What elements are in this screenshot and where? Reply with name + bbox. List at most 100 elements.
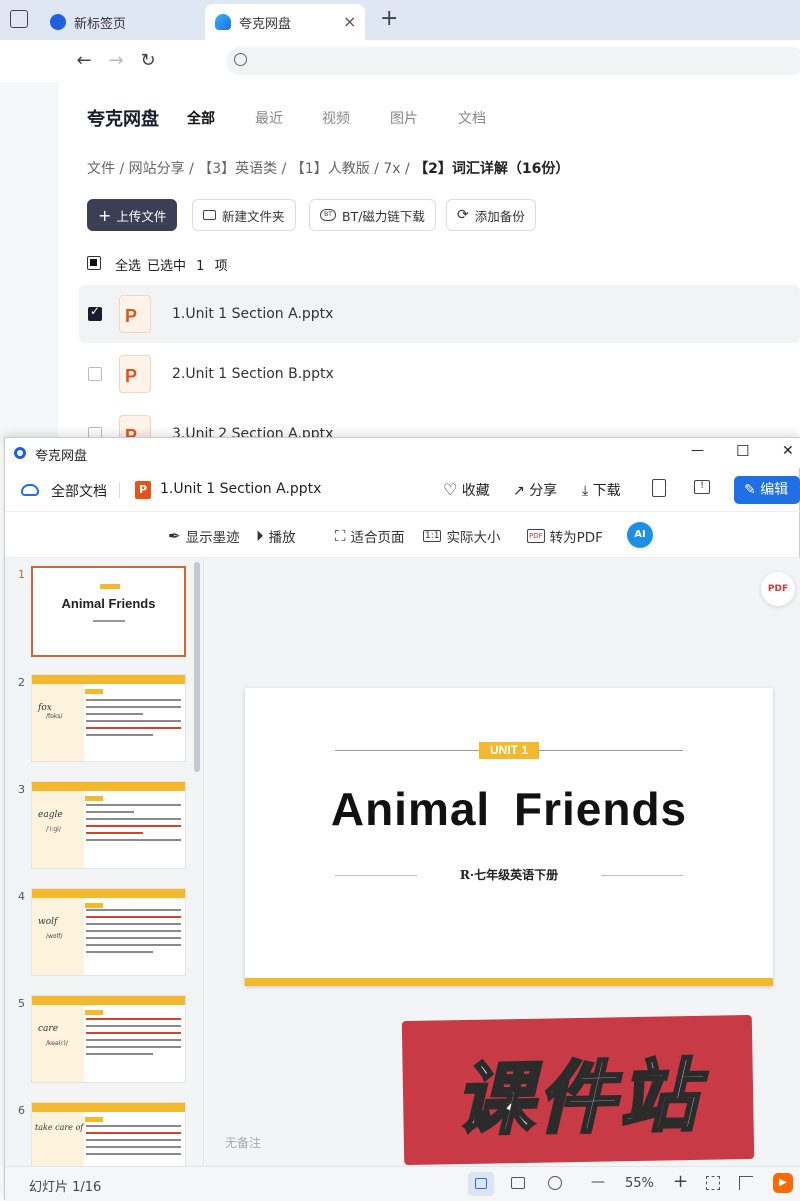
tab-label: 夸克网盘 [239, 16, 292, 32]
tab-video[interactable]: 视频 [322, 108, 350, 128]
fit-page-button[interactable]: ⛶ 适合页面 [335, 526, 405, 546]
thumb-pronunciation: /keə(r)/ [46, 1040, 68, 1047]
file-row[interactable]: P 2.Unit 1 Section B.pptx [79, 345, 800, 403]
globe-icon[interactable] [548, 1176, 562, 1190]
bt-icon: BT [320, 209, 336, 221]
thumb-number: 4 [18, 890, 25, 903]
folder-plus-icon [203, 210, 216, 220]
one-to-one-icon: 1:1 [423, 530, 442, 542]
thumb-number: 6 [18, 1104, 25, 1117]
file-name[interactable]: 1.Unit 1 Section A.pptx [172, 306, 333, 322]
file-row[interactable]: ✓ P 1.Unit 1 Section A.pptx [79, 285, 800, 343]
close-window-button[interactable]: ✕ [782, 443, 794, 459]
thumb-number: 1 [18, 568, 25, 581]
notes-view-icon[interactable] [468, 1172, 494, 1196]
thumb-title: Animal Friends [61, 596, 156, 611]
select-all-label[interactable]: 全选 [115, 255, 141, 274]
tab-image[interactable]: 图片 [390, 108, 418, 128]
breadcrumb-current: 【2】词汇详解（16份） [414, 161, 570, 177]
selected-prefix: 已选中 [147, 259, 187, 274]
viewer-header: 全部文档 P 1.Unit 1 Section A.pptx ♡ 收藏 ↗ 分享… [5, 468, 800, 512]
bt-download-button[interactable]: BT BT/磁力链下载 [309, 199, 436, 231]
tab-quark-drive[interactable]: 夸克网盘 × [205, 4, 365, 40]
zoom-out-button[interactable]: — [591, 1174, 605, 1190]
slideshow-play-icon[interactable]: ▶ [773, 1173, 793, 1193]
slide-thumbnail[interactable]: eagle /ˈiːɡl/ [31, 781, 186, 869]
breadcrumb-item[interactable]: 网站分享 [129, 161, 185, 177]
sync-icon: ⟳ [457, 207, 469, 223]
play-button[interactable]: ⏵ 播放 [256, 526, 296, 546]
fit-screen-icon[interactable] [706, 1176, 720, 1190]
search-icon [234, 53, 247, 66]
share-button[interactable]: ↗ 分享 [513, 480, 557, 500]
quark-logo-icon [14, 447, 26, 459]
select-all-checkbox[interactable] [87, 256, 101, 270]
breadcrumb-separator: / [374, 161, 379, 177]
notes-placeholder[interactable]: 无备注 [225, 1134, 261, 1151]
file-name[interactable]: 2.Unit 1 Section B.pptx [172, 366, 334, 382]
document-viewer-window: 夸克网盘 — ☐ ✕ 全部文档 P 1.Unit 1 Section A.ppt… [4, 437, 800, 1201]
export-icon[interactable] [652, 479, 666, 497]
slide-counter: 幻灯片 1/16 [29, 1180, 102, 1195]
thumb-number: 2 [18, 676, 25, 689]
tab-new-tab[interactable]: 新标签页 [40, 4, 200, 40]
thumbnail-scrollbar[interactable] [194, 562, 200, 772]
show-ink-button[interactable]: ✒ 显示墨迹 [168, 526, 240, 546]
grid-view-icon[interactable] [511, 1177, 525, 1189]
breadcrumb-item[interactable]: 文件 [87, 161, 115, 177]
slide-thumbnail[interactable]: fox /fɒks/ [31, 674, 186, 762]
all-docs-link[interactable]: 全部文档 [51, 481, 107, 501]
breadcrumb-separator: / [281, 161, 287, 177]
pdf-export-icon[interactable]: PDF [761, 572, 795, 606]
close-tab-icon[interactable]: × [343, 12, 356, 31]
tab-all[interactable]: 全部 [187, 108, 215, 128]
slide-thumbnail[interactable]: take care of [31, 1102, 186, 1166]
edit-button[interactable]: ✎ 编辑 [734, 476, 800, 504]
actual-size-button[interactable]: 1:1 实际大小 [423, 526, 500, 546]
favorite-button[interactable]: ♡ 收藏 [443, 480, 490, 500]
upload-button[interactable]: + 上传文件 [87, 199, 178, 231]
new-folder-button[interactable]: 新建文件夹 [192, 199, 296, 231]
breadcrumb-separator: / [119, 161, 125, 177]
pptx-file-icon: P [135, 481, 151, 499]
download-button[interactable]: ⤓ 下载 [582, 480, 621, 500]
viewer-toolbar: ✒ 显示墨迹 ⏵ 播放 ⛶ 适合页面 1:1 实际大小 PDF 转为PDF AI [5, 512, 800, 558]
pdf-badge-label: PDF [767, 584, 789, 594]
tab-search-icon[interactable] [10, 10, 28, 28]
watermark-stamp: 课件站 [401, 1014, 755, 1166]
tab-document[interactable]: 文档 [458, 108, 486, 128]
slide-thumbnail[interactable]: Animal Friends [31, 566, 186, 657]
fullscreen-icon[interactable] [739, 1176, 753, 1190]
add-backup-label: 添加备份 [474, 208, 525, 224]
forward-button[interactable]: → [104, 49, 128, 73]
convert-pdf-button[interactable]: PDF 转为PDF [527, 526, 603, 546]
breadcrumb-item[interactable]: 【3】英语类 [198, 161, 277, 177]
add-backup-button[interactable]: ⟳ 添加备份 [446, 199, 536, 231]
thumb-word: eagle [38, 810, 63, 820]
zoom-level[interactable]: 55% [625, 1176, 654, 1191]
maximize-button[interactable]: ☐ [736, 442, 749, 460]
row-checkbox[interactable] [88, 367, 102, 381]
play-label: 播放 [268, 530, 296, 546]
viewer-titlebar: 夸克网盘 — ☐ ✕ [5, 438, 800, 468]
thumb-word: fox [38, 703, 52, 713]
reload-button[interactable]: ↻ [136, 49, 160, 73]
slide-thumbnail[interactable]: wolf /wʊlf/ [31, 888, 186, 976]
address-bar[interactable] [226, 47, 800, 75]
upload-label: 上传文件 [116, 208, 167, 224]
row-checkbox[interactable]: ✓ [88, 304, 102, 321]
slide-thumbnail[interactable]: care /keə(r)/ [31, 995, 186, 1083]
feedback-icon[interactable]: ! [694, 480, 710, 494]
unit-badge: UNIT 1 [479, 742, 539, 759]
breadcrumb-item[interactable]: 7x [383, 161, 400, 177]
tab-recent[interactable]: 最近 [255, 108, 283, 128]
ai-assistant-button[interactable]: AI [627, 522, 653, 548]
back-button[interactable]: ← [72, 49, 96, 73]
viewer-file-name: 1.Unit 1 Section A.pptx [160, 481, 322, 497]
thumb-pronunciation: /ˈiːɡl/ [46, 826, 61, 833]
new-tab-button[interactable]: + [380, 6, 398, 31]
new-folder-label: 新建文件夹 [222, 208, 285, 224]
zoom-in-button[interactable]: + [673, 1171, 688, 1192]
breadcrumb-item[interactable]: 【1】人教版 [291, 161, 370, 177]
minimize-button[interactable]: — [691, 443, 704, 458]
